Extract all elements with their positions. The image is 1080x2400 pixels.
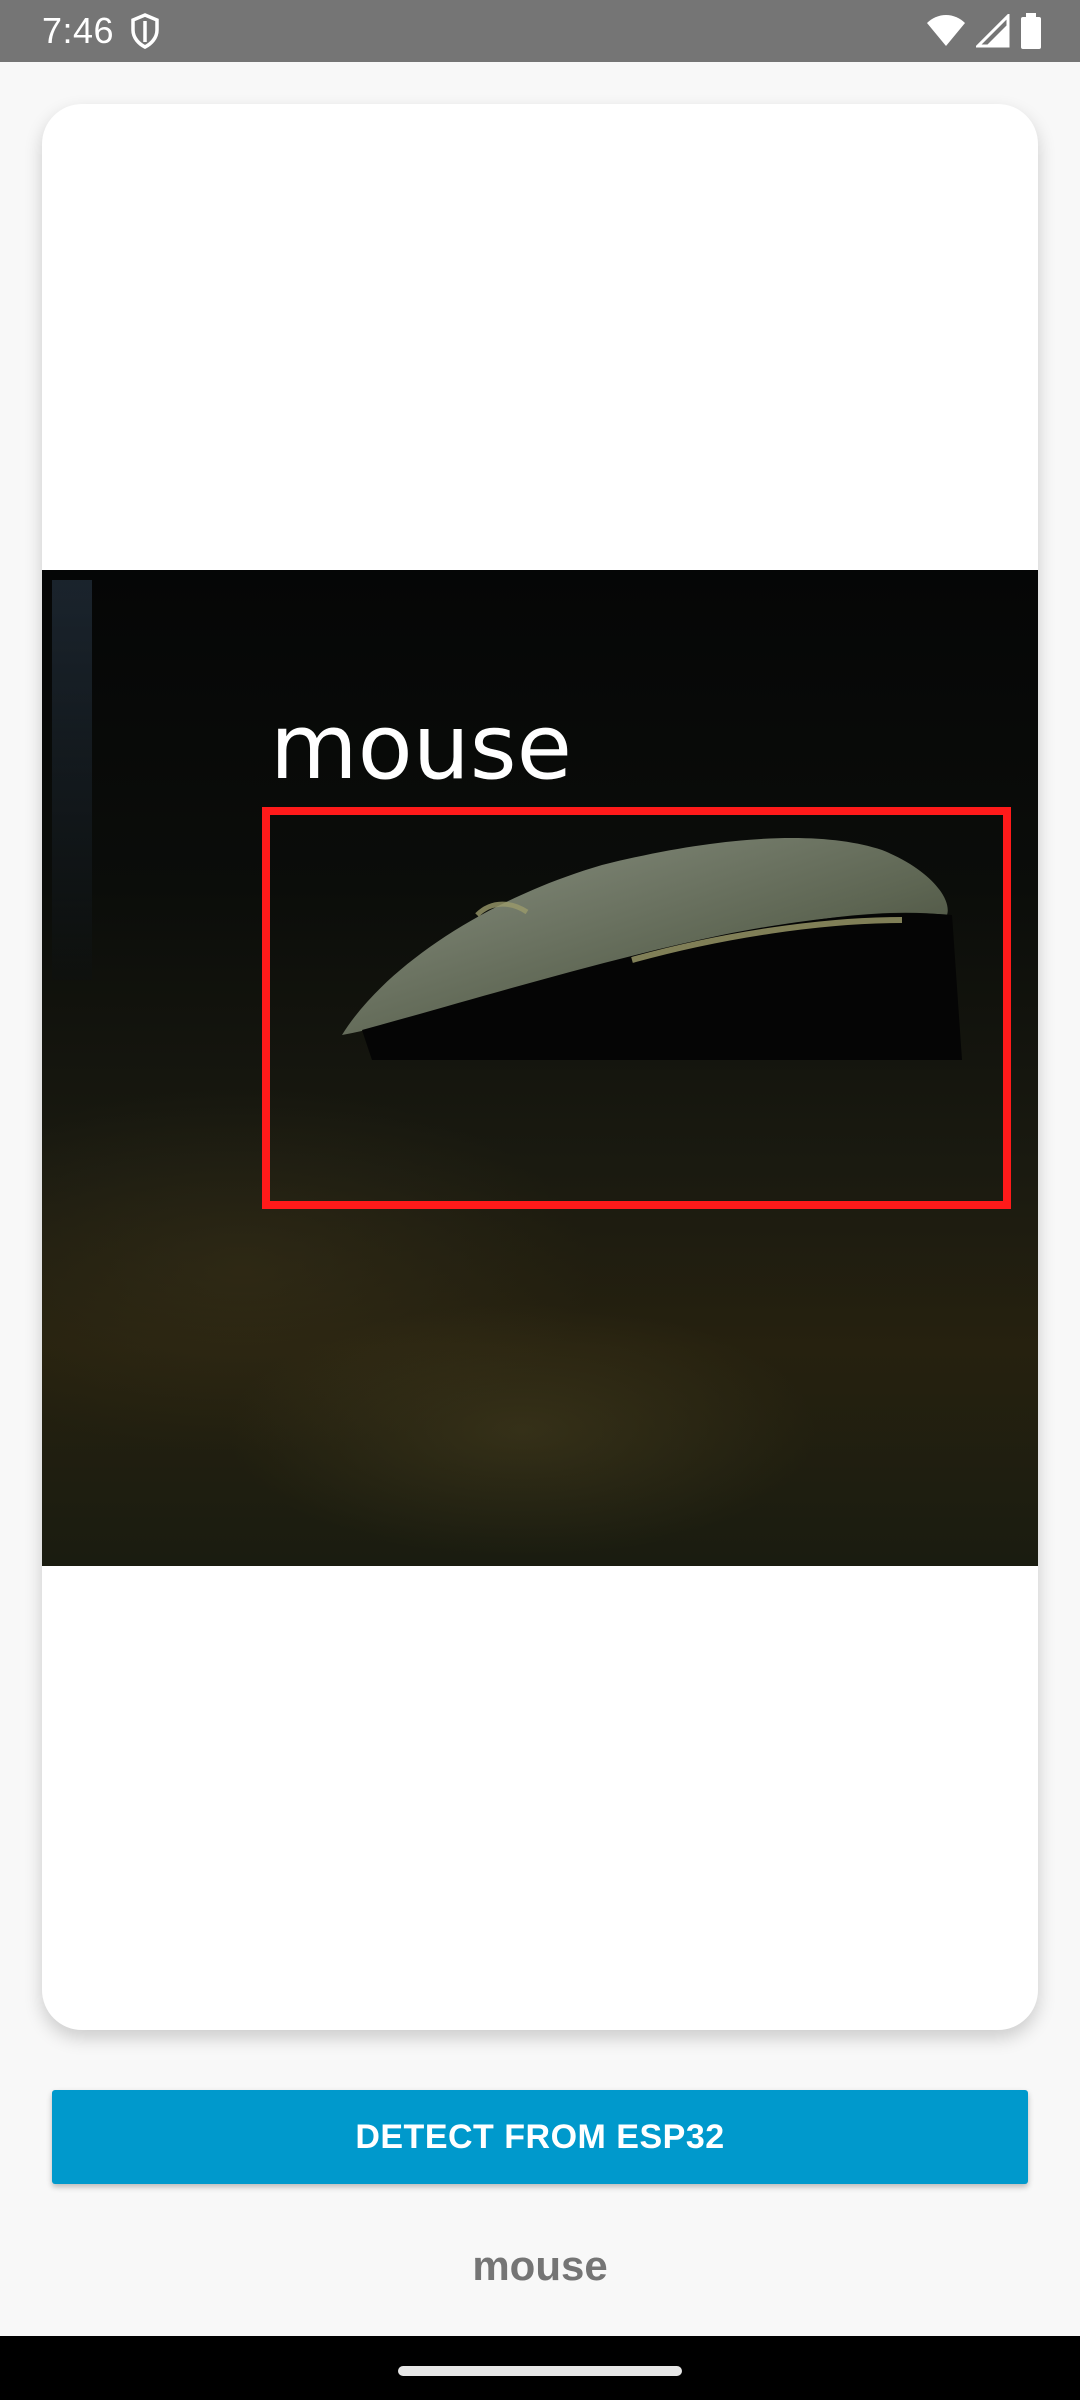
navigation-bar [0, 2336, 1080, 2400]
wifi-icon [927, 15, 965, 46]
status-bar: 7:46 [0, 0, 1080, 62]
status-time: 7:46 [42, 10, 115, 51]
status-icons [926, 12, 1042, 50]
detect-from-esp32-button[interactable]: DETECT FROM ESP32 [52, 2090, 1028, 2184]
detection-label: mouse [270, 695, 573, 800]
detection-result-text: mouse [472, 2242, 608, 2289]
shield-icon [131, 13, 159, 49]
home-gesture-handle[interactable] [398, 2366, 682, 2376]
camera-image: mouse [42, 570, 1038, 1566]
cellular-signal-icon [976, 14, 1010, 48]
image-card: mouse [42, 104, 1038, 2030]
detection-bounding-box [262, 807, 1011, 1209]
background-object [52, 580, 92, 980]
battery-icon [1021, 13, 1041, 49]
